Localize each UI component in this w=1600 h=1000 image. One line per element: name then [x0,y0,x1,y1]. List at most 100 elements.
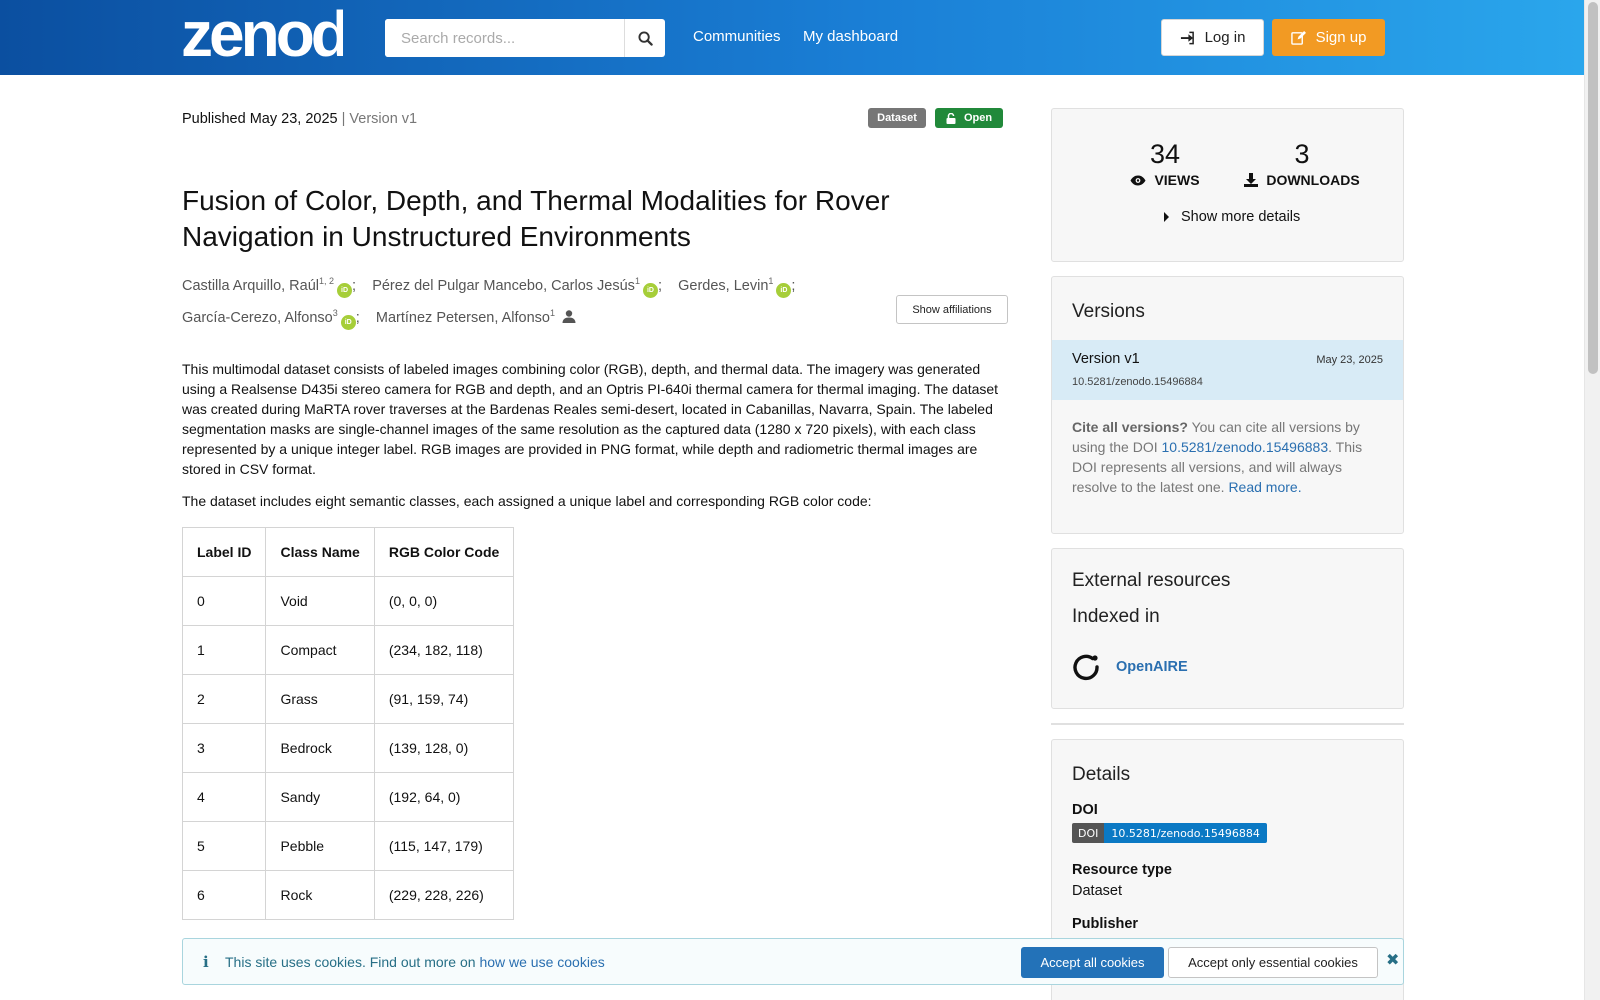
edit-icon [1290,30,1306,45]
search-icon [637,30,653,46]
downloads-label: DOWNLOADS [1266,172,1360,188]
semantic-classes-table: Label ID Class Name RGB Color Code 0 Void… [181,527,515,920]
access-status-label: Open [963,112,993,124]
cite-all-versions: Cite all versions? You can cite all vers… [1072,417,1390,497]
unlock-icon [946,112,956,124]
table-cell: Bedrock [265,723,375,773]
sign-in-icon [1180,31,1194,44]
table-row: 3 Bedrock (139, 128, 0) [181,723,515,773]
external-resources-heading: External resources [1072,570,1231,591]
creator[interactable]: Gerdes, Levin1iD; [678,276,795,298]
table-row: 6 Rock (229, 228, 226) [181,870,515,920]
table-cell: (229, 228, 226) [373,870,515,920]
page-scrollbar[interactable] [1584,0,1600,1000]
svg-text:zenodo: zenodo [181,6,343,62]
table-cell: 3 [181,723,267,773]
close-icon[interactable]: ✖ [1386,950,1399,970]
login-label: Log in [1204,29,1246,46]
column-header: RGB Color Code [373,527,515,577]
show-more-details-label: Show more details [1181,209,1301,225]
indexed-in-heading: Indexed in [1072,606,1160,627]
resource-type-label: Resource type [1072,862,1172,878]
details-heading: Details [1072,764,1131,785]
cite-all-heading: Cite all versions? [1072,419,1188,435]
downloads-label-row: DOWNLOADS [1242,172,1362,188]
openaire-logo-icon [1073,654,1099,681]
column-header: Label ID [181,527,267,577]
publication-date: Published May 23, 2025 | Version v1 [182,111,417,127]
version-text: | Version v1 [341,111,418,127]
caret-right-icon [1164,212,1169,222]
show-affiliations-label: Show affiliations [912,303,992,316]
table-cell: 2 [181,674,267,724]
info-icon: i [203,952,209,971]
accept-all-label: Accept all cookies [1040,955,1145,970]
download-icon [1244,173,1259,187]
creators-list: Castilla Arquillo, Raúl1, 2iD; Pérez del… [182,268,822,332]
resource-type-value: Dataset [1072,883,1122,899]
downloads-stat: 3 DOWNLOADS [1242,139,1362,188]
resource-type-label: Dataset [877,112,917,124]
table-cell: (0, 0, 0) [373,576,515,626]
downloads-count: 3 [1294,139,1310,169]
show-affiliations-button[interactable]: Show affiliations [896,295,1008,324]
orcid-icon[interactable]: iD [642,282,658,298]
table-cell: Compact [265,625,375,675]
table-cell: 4 [181,772,267,822]
openaire-link[interactable]: OpenAIRE [1072,653,1188,681]
views-stat: 34 VIEWS [1115,139,1215,188]
user-icon [562,309,576,323]
search-button[interactable] [624,19,665,57]
table-cell: (192, 64, 0) [373,772,515,822]
version-item-v1[interactable]: Version v1 May 23, 2025 10.5281/zenodo.1… [1052,340,1403,400]
orcid-icon[interactable]: iD [340,314,356,330]
table-row: 0 Void (0, 0, 0) [181,576,515,626]
views-label: VIEWS [1154,172,1200,188]
table-cell: Rock [265,870,375,920]
table-cell: Sandy [265,772,375,822]
nav-my-dashboard[interactable]: My dashboard [803,28,898,45]
table-cell: Pebble [265,821,375,871]
show-more-details-toggle[interactable]: Show more details [1164,209,1300,225]
column-header: Class Name [265,527,375,577]
login-button[interactable]: Log in [1161,19,1264,56]
table-cell: (139, 128, 0) [373,723,515,773]
table-cell: Grass [265,674,375,724]
signup-label: Sign up [1315,29,1367,46]
top-navbar: zenodo Communities My dashboard Log in S… [0,0,1584,75]
table-cell: (115, 147, 179) [373,821,515,871]
resource-type-badge: Dataset [868,108,926,128]
concept-doi-link[interactable]: 10.5281/zenodo.15496883 [1162,439,1329,455]
version-name: Version v1 [1072,351,1140,367]
creator[interactable]: Castilla Arquillo, Raúl1, 2iD; [182,276,360,298]
zenodo-logo[interactable]: zenodo [181,6,343,62]
orcid-icon[interactable]: iD [337,282,353,298]
signup-button[interactable]: Sign up [1272,19,1385,56]
cookie-policy-link[interactable]: how we use cookies [479,954,604,970]
accept-essential-label: Accept only essential cookies [1188,955,1358,970]
orcid-icon[interactable]: iD [776,282,792,298]
table-cell: 6 [181,870,267,920]
sidebar-divider [1051,723,1404,725]
versions-heading: Versions [1072,301,1145,322]
table-cell: Void [265,576,375,626]
search-input[interactable] [385,19,624,57]
record-title: Fusion of Color, Depth, and Thermal Moda… [182,185,890,252]
access-status-badge[interactable]: Open [935,108,1003,128]
table-cell: (234, 182, 118) [373,625,515,675]
table-header-row: Label ID Class Name RGB Color Code [181,527,515,577]
version-date: May 23, 2025 [1316,354,1383,366]
accept-all-cookies-button[interactable]: Accept all cookies [1021,947,1164,978]
creator[interactable]: Martínez Petersen, Alfonso1 [376,308,576,326]
nav-communities[interactable]: Communities [693,28,781,45]
doi-badge[interactable]: DOI 10.5281/zenodo.15496884 [1072,823,1267,843]
external-resources-panel: External resources Indexed in OpenAIRE [1051,548,1404,709]
scrollbar-thumb[interactable] [1588,2,1598,374]
table-row: 2 Grass (91, 159, 74) [181,674,515,724]
read-more-link[interactable]: Read more. [1228,479,1301,495]
creator[interactable]: Pérez del Pulgar Mancebo, Carlos Jesús1i… [372,276,666,298]
version-doi: 10.5281/zenodo.15496884 [1072,376,1203,388]
stats-panel: 34 VIEWS 3 DOWNLOADS Show more details [1051,108,1404,262]
creator[interactable]: García-Cerezo, Alfonso3iD; [182,308,364,330]
accept-essential-cookies-button[interactable]: Accept only essential cookies [1168,947,1378,978]
